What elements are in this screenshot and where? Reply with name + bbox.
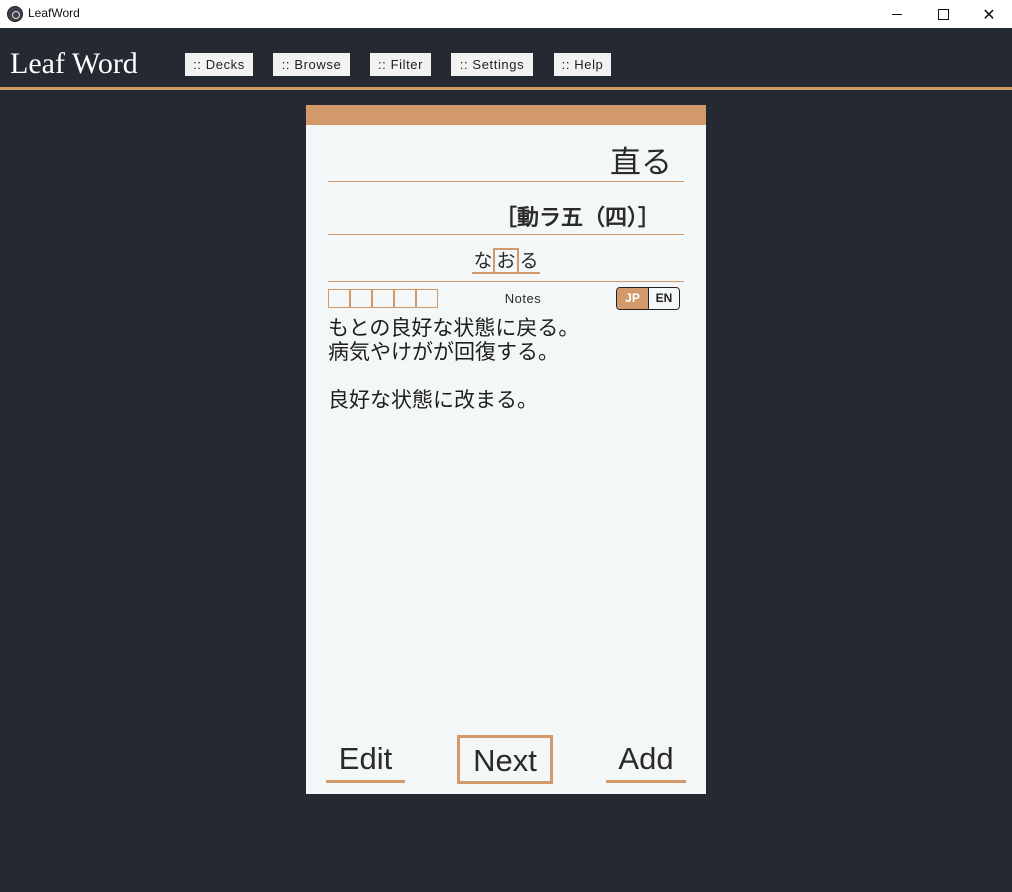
window-title: LeafWord [28, 6, 80, 20]
edit-button[interactable]: Edit [326, 737, 405, 783]
app-header: Leaf Word :: Decks :: Browse :: Filter :… [0, 28, 1012, 90]
part-of-speech: ［動ラ五（四）］ [494, 206, 660, 231]
reading: なおる [306, 248, 706, 274]
nav-help-button[interactable]: :: Help [554, 53, 611, 76]
app-logo: Leaf Word [10, 47, 138, 80]
maximize-icon[interactable] [920, 0, 966, 28]
add-button[interactable]: Add [606, 737, 686, 783]
app-icon [7, 6, 23, 22]
nav-decks-button[interactable]: :: Decks [185, 53, 253, 76]
nav-settings-button[interactable]: :: Settings [451, 53, 533, 76]
reading-mora-accent: お [493, 248, 519, 274]
nav-browse-button[interactable]: :: Browse [273, 53, 350, 76]
reading-mora: る [518, 250, 540, 274]
divider [328, 181, 684, 182]
close-icon[interactable]: ✕ [966, 0, 1012, 28]
definition-line: 病気やけがが回復する。 [328, 340, 559, 364]
lang-en-button[interactable]: EN [648, 288, 679, 309]
minimize-icon[interactable] [874, 0, 920, 28]
reading-mora: な [472, 250, 494, 274]
language-toggle: JP EN [616, 287, 680, 310]
card-top-bar [306, 105, 706, 125]
definition-line: 良好な状態に改まる。 [328, 388, 538, 412]
lang-jp-button[interactable]: JP [617, 288, 648, 309]
flashcard: 直る ［動ラ五（四）］ なおる Notes JP EN もとの良好な状態に戻る。… [306, 105, 706, 794]
definition-line: もとの良好な状態に戻る。 [328, 316, 580, 340]
window-titlebar: LeafWord ✕ [0, 0, 1012, 28]
next-button[interactable]: Next [457, 735, 553, 784]
definition: もとの良好な状態に戻る。 病気やけがが回復する。 良好な状態に改まる。 [328, 316, 684, 412]
divider [328, 281, 684, 282]
nav-filter-button[interactable]: :: Filter [370, 53, 431, 76]
card-word: 直る [610, 145, 672, 181]
divider [328, 234, 684, 235]
